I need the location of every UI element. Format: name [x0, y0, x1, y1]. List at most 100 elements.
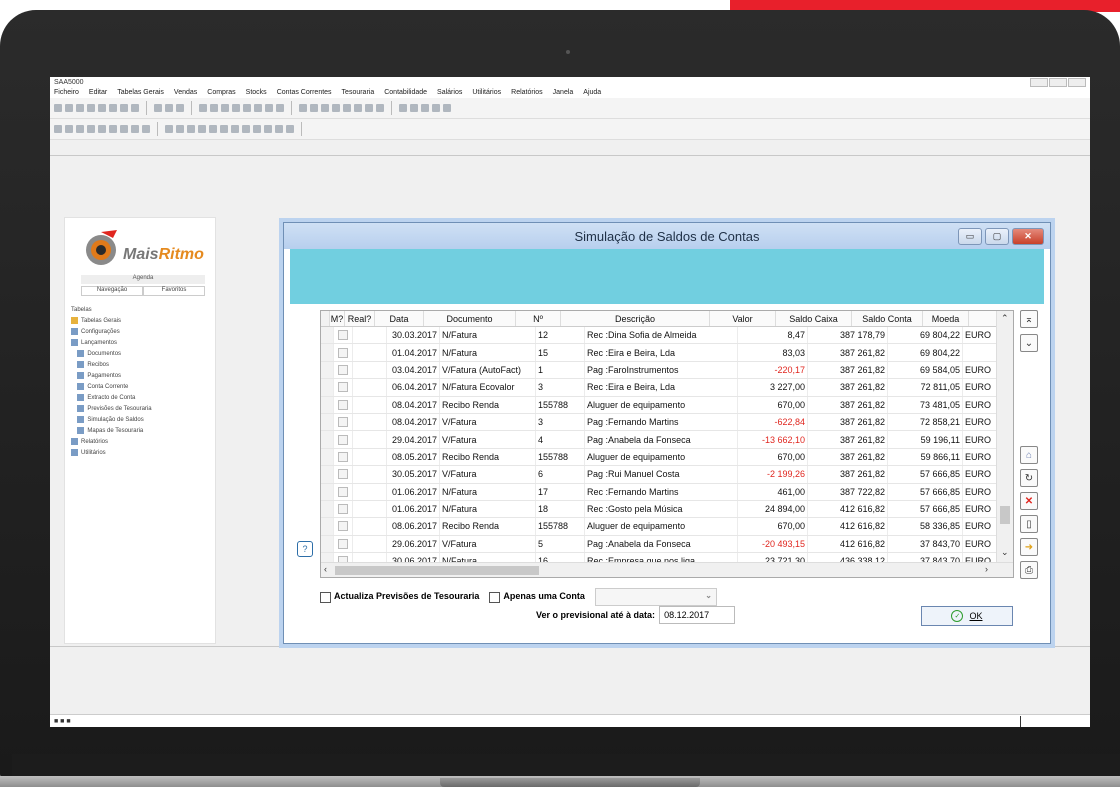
tree-item[interactable]: Configurações — [71, 326, 211, 337]
employee-icon[interactable] — [220, 125, 228, 133]
move-bottom-button[interactable]: ⌄ — [1020, 334, 1038, 352]
scroll-down-icon[interactable]: ⌄ — [1001, 547, 1009, 558]
supplier-icon[interactable] — [210, 104, 218, 112]
tree-item[interactable]: Lançamentos — [71, 337, 211, 348]
product-icon[interactable] — [221, 104, 229, 112]
table-row[interactable]: 29.06.2017 V/Fatura 5 Pag :Anabela da Fonse… — [321, 535, 1013, 554]
scroll-right-icon[interactable]: › — [985, 564, 988, 574]
calendar-icon[interactable] — [321, 104, 329, 112]
tree-item[interactable]: Previsões de Tesouraria — [71, 403, 211, 414]
table-row[interactable]: 08.06.2017 Recibo Renda 155788 Aluguer de e… — [321, 518, 1013, 536]
scroll-thumb[interactable] — [1000, 506, 1010, 524]
menu-item-vendas[interactable]: Vendas — [174, 89, 197, 96]
order-icon[interactable] — [98, 125, 106, 133]
table-row[interactable]: 30.03.2017 N/Fatura 12 Rec :Dina Sofia de A… — [321, 327, 1013, 345]
menu-item-compras[interactable]: Compras — [207, 89, 235, 96]
col-header-numero[interactable]: Nº — [516, 311, 561, 326]
sync-icon[interactable] — [275, 125, 283, 133]
tree-item[interactable]: Recibos — [71, 359, 211, 370]
col-header-saldo-caixa[interactable]: Saldo Caixa — [776, 311, 852, 326]
lock-icon[interactable] — [410, 104, 418, 112]
col-header-moeda[interactable]: Moeda — [923, 311, 969, 326]
table-row[interactable]: 06.04.2017 N/Fatura Ecovalor 3 Rec :Eira e … — [321, 379, 1013, 397]
m-checkbox[interactable] — [334, 361, 353, 379]
calculator-icon[interactable] — [332, 104, 340, 112]
backup-icon[interactable] — [253, 125, 261, 133]
m-checkbox[interactable] — [334, 466, 353, 483]
restore-icon[interactable] — [264, 125, 272, 133]
return-icon[interactable] — [131, 125, 139, 133]
col-header-saldo-conta[interactable]: Saldo Conta — [852, 311, 923, 326]
tree-item[interactable]: Simulação de Saldos — [71, 414, 211, 425]
menu-item-relatorios[interactable]: Relatórios — [511, 89, 543, 96]
menu-item-salarios[interactable]: Salários — [437, 89, 462, 96]
import-icon[interactable] — [365, 104, 373, 112]
checkbox[interactable] — [338, 486, 348, 497]
tree-item[interactable]: Extracto de Conta — [71, 392, 211, 403]
window-controls[interactable] — [1030, 77, 1086, 87]
col-header-valor[interactable]: Valor — [710, 311, 776, 326]
m-checkbox[interactable] — [334, 327, 353, 344]
account-select[interactable]: ⌄ — [594, 588, 717, 606]
export-icon[interactable]: ➜ — [1020, 538, 1038, 556]
table-row[interactable]: 08.04.2017 Recibo Renda 155788 Aluguer de e… — [321, 396, 1013, 414]
horizontal-scrollbar[interactable]: ‹ › — [321, 562, 1013, 577]
tree-item[interactable]: Utilitários — [71, 447, 211, 458]
col-header-descricao[interactable]: Descrição — [561, 311, 710, 326]
close-button[interactable]: ✕ — [1012, 228, 1044, 245]
report-icon[interactable] — [299, 104, 307, 112]
client-icon[interactable] — [199, 104, 207, 112]
col-header-m[interactable]: M? — [330, 311, 345, 326]
delivery-icon[interactable] — [120, 125, 128, 133]
menu-item-contabilidade[interactable]: Contabilidade — [384, 89, 427, 96]
delete-icon[interactable]: ✕ — [1020, 492, 1038, 510]
salary-icon[interactable] — [209, 125, 217, 133]
scroll-left-icon[interactable]: ‹ — [324, 564, 327, 574]
filter-icon[interactable] — [165, 104, 173, 112]
ok-button[interactable]: ✓ OK — [921, 606, 1013, 626]
clean-icon[interactable]: ⌂ — [1020, 446, 1038, 464]
ledger-icon[interactable] — [165, 125, 173, 133]
save-icon[interactable] — [76, 104, 84, 112]
checkbox[interactable] — [338, 538, 348, 549]
checkbox[interactable] — [338, 504, 348, 515]
table-row[interactable]: 30.05.2017 V/Fatura 6 Pag :Rui Manuel Costa… — [321, 466, 1013, 484]
refresh-icon[interactable]: ↻ — [1020, 469, 1038, 487]
journal-icon[interactable] — [176, 125, 184, 133]
window-icon[interactable] — [286, 125, 294, 133]
maximize-button[interactable]: ▢ — [985, 228, 1009, 245]
move-top-button[interactable]: ⌅ — [1020, 310, 1038, 328]
m-checkbox[interactable] — [334, 379, 353, 396]
checkbox[interactable] — [338, 417, 348, 428]
print-icon[interactable]: ⎙ — [1020, 561, 1038, 579]
invoice-icon[interactable] — [232, 104, 240, 112]
menu-item-tesouraria[interactable]: Tesouraria — [342, 89, 375, 96]
tree-item[interactable]: Relatórios — [71, 436, 211, 447]
m-checkbox[interactable] — [334, 518, 353, 535]
archive-icon[interactable] — [242, 125, 250, 133]
credit-icon[interactable] — [142, 125, 150, 133]
m-checkbox[interactable] — [334, 344, 353, 361]
table-row[interactable]: 01.04.2017 N/Fatura 15 Rec :Eira e Beira, L… — [321, 344, 1013, 362]
warehouse-icon[interactable] — [65, 125, 73, 133]
balance-icon[interactable] — [187, 125, 195, 133]
checkbox[interactable] — [338, 347, 348, 358]
table-row[interactable]: 01.06.2017 N/Fatura 17 Rec :Fernando Martin… — [321, 483, 1013, 501]
table-row[interactable]: 01.06.2017 N/Fatura 18 Rec :Gosto pela Músi… — [321, 500, 1013, 519]
open-icon[interactable] — [65, 104, 73, 112]
checkbox[interactable] — [338, 399, 348, 410]
col-header-documento[interactable]: Documento — [424, 311, 516, 326]
menu-item-contas[interactable]: Contas Correntes — [277, 89, 332, 96]
hscroll-thumb[interactable] — [335, 566, 539, 575]
find-icon[interactable] — [154, 104, 162, 112]
checkbox[interactable] — [338, 382, 348, 393]
tree-item[interactable]: Tabelas Gerais — [71, 315, 211, 326]
transfer-icon[interactable] — [76, 125, 84, 133]
preview-icon[interactable] — [98, 104, 106, 112]
settings-icon[interactable] — [376, 104, 384, 112]
table-row[interactable]: 29.04.2017 V/Fatura 4 Pag :Anabela da Fonse… — [321, 431, 1013, 449]
checkbox[interactable] — [338, 451, 348, 462]
checkbox[interactable] — [338, 434, 348, 445]
export-icon[interactable] — [354, 104, 362, 112]
exit-icon[interactable] — [443, 104, 451, 112]
